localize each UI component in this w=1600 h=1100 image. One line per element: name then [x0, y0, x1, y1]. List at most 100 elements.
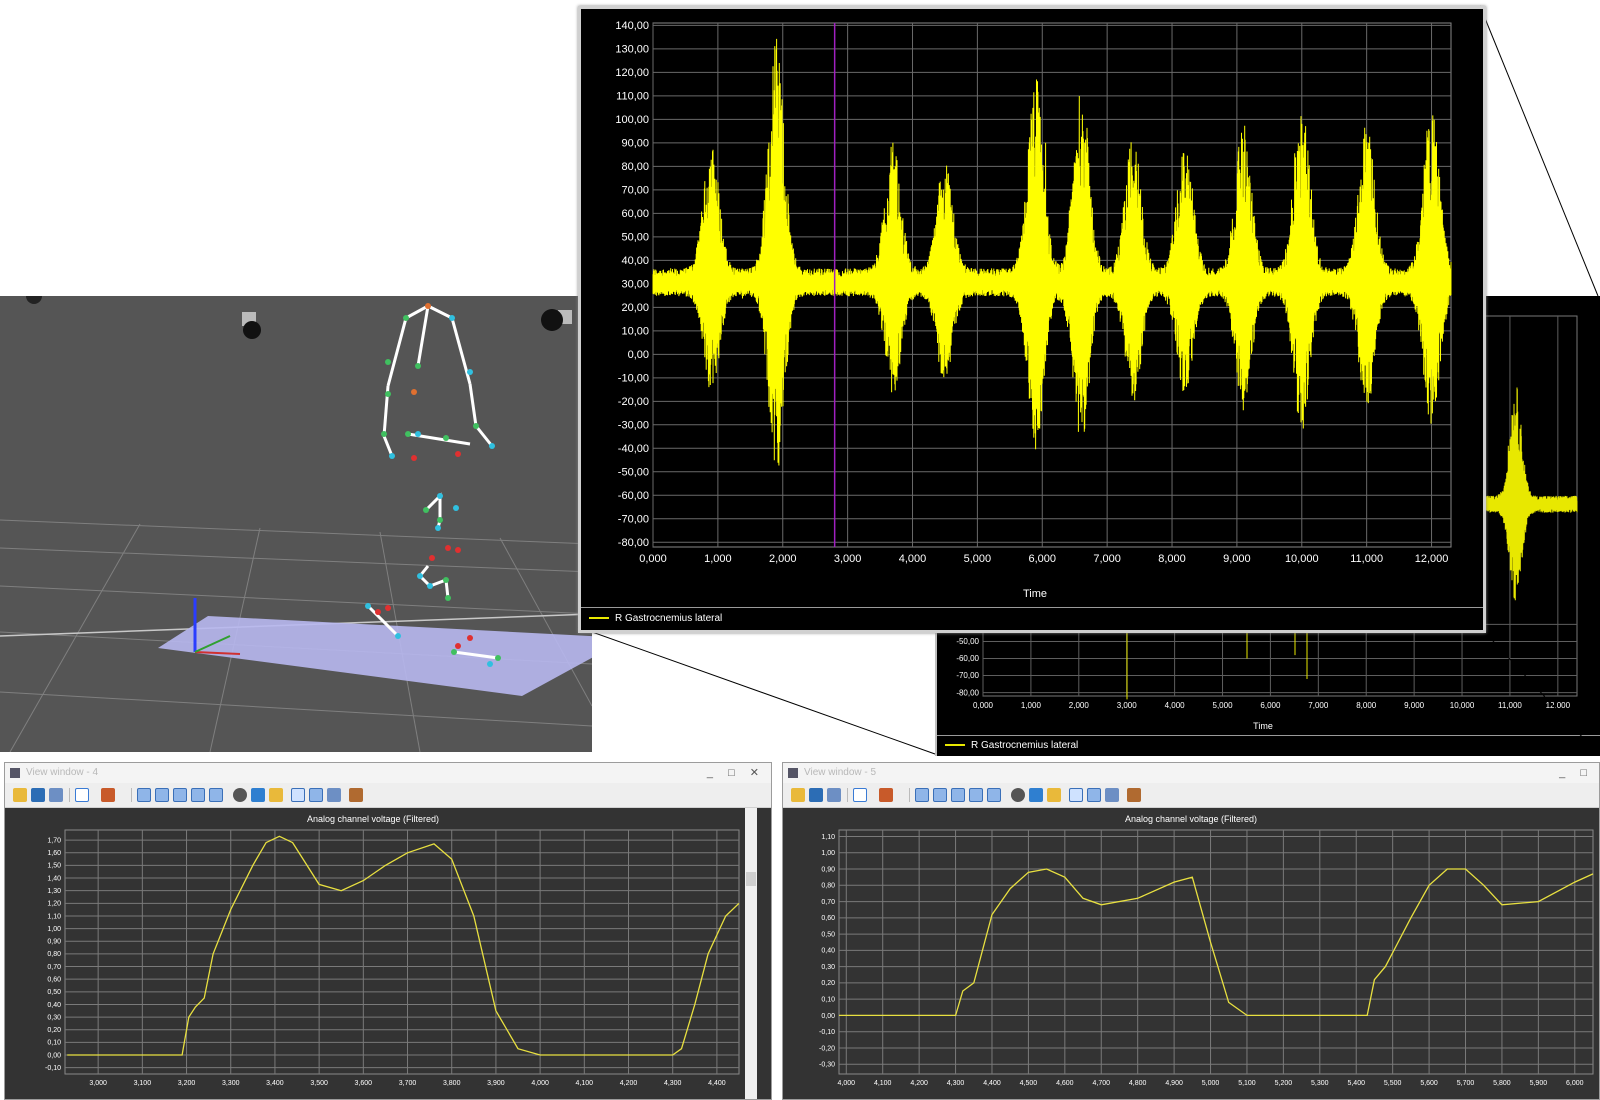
- open-folder-icon[interactable]: [791, 788, 805, 802]
- layout-2-icon[interactable]: [933, 788, 947, 802]
- x-tick-label: 6,000: [1029, 553, 1057, 565]
- zoom-icon[interactable]: [291, 788, 305, 802]
- copy-icon[interactable]: [827, 788, 841, 802]
- y-tick-label: 0,40: [821, 948, 835, 955]
- x-tick-label: 4,300: [664, 1080, 682, 1087]
- view-window-5[interactable]: View window - 5 _ □ Analog channel volta…: [782, 762, 1600, 1100]
- x-tick-label: 3,800: [443, 1080, 461, 1087]
- view4-grid: [64, 829, 740, 1075]
- zoom-extent-icon[interactable]: [309, 788, 323, 802]
- image-icon[interactable]: [987, 788, 1001, 802]
- view-window-4-titlebar[interactable]: View window - 4 _ □ ✕: [5, 763, 771, 783]
- window-icon: [788, 768, 798, 778]
- y-tick-label: 0,60: [47, 977, 61, 984]
- x-tick-label: 4,900: [1165, 1080, 1183, 1087]
- folder-icon[interactable]: [269, 788, 283, 802]
- y-tick-label: 0,70: [47, 964, 61, 971]
- x-tick-label: 4,400: [708, 1080, 726, 1087]
- zoom-extent-icon[interactable]: [1087, 788, 1101, 802]
- zoom-icon[interactable]: [1069, 788, 1083, 802]
- folder-icon[interactable]: [1047, 788, 1061, 802]
- layout-1-icon[interactable]: [137, 788, 151, 802]
- hammer-icon[interactable]: [1127, 788, 1141, 802]
- save-icon[interactable]: [809, 788, 823, 802]
- x-tick-label: 5,000: [1202, 1080, 1220, 1087]
- y-tick-label: 0,60: [821, 915, 835, 922]
- legend-swatch: [589, 617, 609, 620]
- x-tick-label: 4,100: [576, 1080, 594, 1087]
- y-tick-label: -0,10: [45, 1065, 61, 1072]
- y-tick-label: 1,10: [821, 834, 835, 841]
- layout-3-icon[interactable]: [951, 788, 965, 802]
- layout-3-icon[interactable]: [173, 788, 187, 802]
- x-tick-label: 4,300: [947, 1080, 965, 1087]
- x-tick-label: 1,000: [704, 553, 732, 565]
- y-tick-label: 50,00: [621, 231, 649, 243]
- window-controls[interactable]: _ □: [1559, 763, 1593, 783]
- y-tick-label: -20,00: [618, 396, 649, 408]
- table-icon[interactable]: [969, 788, 983, 802]
- chart-type-icon[interactable]: [853, 788, 867, 802]
- y-tick-label: 100,00: [615, 114, 649, 126]
- layout-1-icon[interactable]: [915, 788, 929, 802]
- y-tick-label: 0,90: [821, 866, 835, 873]
- window-title: View window - 4: [26, 767, 99, 778]
- x-tick-label: 5,600: [1420, 1080, 1438, 1087]
- emg-zoom-y-axis: 140,00 130,00 120,00 110,00 100,00 90,00 80,00…: [615, 20, 649, 549]
- x-tick-label: 3,300: [222, 1080, 240, 1087]
- move-icon[interactable]: [251, 788, 265, 802]
- window-icon: [10, 768, 20, 778]
- y-tick-label: 30,00: [621, 278, 649, 290]
- y-tick-label: -60,00: [618, 490, 649, 502]
- hammer-icon[interactable]: [349, 788, 363, 802]
- x-tick-label: 12,000: [1415, 553, 1449, 565]
- emg-zoom-panel[interactable]: 140,00 130,00 120,00 110,00 100,00 90,00 80,00…: [578, 6, 1486, 633]
- window-controls[interactable]: _ □ ✕: [707, 763, 765, 783]
- chart-type-icon[interactable]: [75, 788, 89, 802]
- y-tick-label: 0,20: [47, 1027, 61, 1034]
- y-tick-label: -40,00: [618, 443, 649, 455]
- y-tick-label: 60,00: [621, 208, 649, 220]
- x-tick-label: 4,700: [1092, 1080, 1110, 1087]
- print-icon[interactable]: [327, 788, 341, 802]
- y-tick-label: -30,00: [618, 419, 649, 431]
- save-icon[interactable]: [31, 788, 45, 802]
- x-tick-label: 6,000: [1566, 1080, 1584, 1087]
- table-icon[interactable]: [191, 788, 205, 802]
- view-window-5-plot[interactable]: Analog channel voltage (Filtered) 1,10 1,…: [783, 808, 1599, 1099]
- y-tick-label: -0,30: [819, 1062, 835, 1069]
- binoculars-icon[interactable]: [1011, 788, 1025, 802]
- print-icon[interactable]: [1105, 788, 1119, 802]
- paint-icon[interactable]: [101, 788, 115, 802]
- y-tick-label: 0,80: [821, 883, 835, 890]
- image-icon[interactable]: [209, 788, 223, 802]
- legend-label: R Gastrocnemius lateral: [615, 613, 723, 624]
- view-window-5-titlebar[interactable]: View window - 5 _ □: [783, 763, 1599, 783]
- view-window-4-plot[interactable]: Analog channel voltage (Filtered) 1,70 1,…: [5, 808, 771, 1099]
- scrollbar-thumb[interactable]: [746, 872, 756, 886]
- x-tick-label: 3,900: [487, 1080, 505, 1087]
- view-window-4[interactable]: View window - 4 _ □ ✕ Analog channel vol…: [4, 762, 772, 1100]
- view4-x-axis: 3,000 3,100 3,200 3,300 3,400 3,500 3,600 3,700…: [89, 1080, 725, 1087]
- paint-icon[interactable]: [879, 788, 893, 802]
- toolbar-separator: [69, 788, 70, 802]
- x-tick-label: 2,000: [769, 553, 797, 565]
- binoculars-icon[interactable]: [233, 788, 247, 802]
- view4-y-axis: 1,70 1,60 1,50 1,40 1,30 1,20 1,10 1,00 0,90 0,80…: [45, 837, 61, 1072]
- copy-icon[interactable]: [49, 788, 63, 802]
- y-tick-label: -70,00: [618, 513, 649, 525]
- layout-2-icon[interactable]: [155, 788, 169, 802]
- y-tick-label: 0,30: [821, 964, 835, 971]
- x-tick-label: 5,300: [1311, 1080, 1329, 1087]
- y-tick-label: -10,00: [618, 372, 649, 384]
- x-tick-label: 4,400: [983, 1080, 1001, 1087]
- y-tick-label: 80,00: [621, 161, 649, 173]
- vertical-scrollbar[interactable]: [745, 808, 757, 1100]
- view5-y-axis: 1,10 1,00 0,90 0,80 0,70 0,60 0,50 0,40 0,30 0,20…: [819, 834, 835, 1069]
- y-tick-label: 1,20: [47, 901, 61, 908]
- x-tick-label: 5,000: [964, 553, 992, 565]
- toolbar-separator: [847, 788, 848, 802]
- move-icon[interactable]: [1029, 788, 1043, 802]
- y-tick-label: 0,50: [821, 931, 835, 938]
- open-folder-icon[interactable]: [13, 788, 27, 802]
